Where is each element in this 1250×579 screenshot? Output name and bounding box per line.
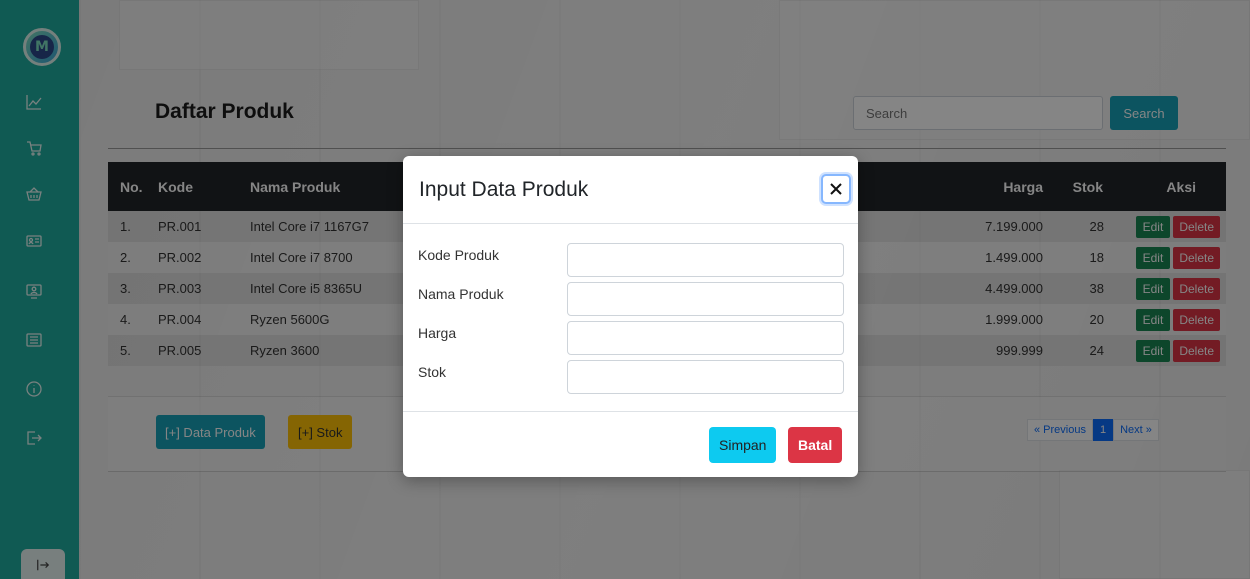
modal-title: Input Data Produk (419, 178, 589, 201)
nama-produk-label: Nama Produk (418, 286, 504, 302)
modal-body: Kode Produk Nama Produk Harga Stok (403, 224, 858, 412)
modal-header: Input Data Produk (403, 156, 858, 224)
modal-close-button[interactable] (821, 174, 851, 204)
input-product-modal: Input Data Produk Kode Produk Nama Produ… (403, 156, 858, 477)
close-icon (830, 183, 842, 195)
stok-input[interactable] (567, 360, 844, 394)
stok-label: Stok (418, 364, 447, 380)
harga-label: Harga (418, 325, 457, 341)
harga-input[interactable] (567, 321, 844, 355)
kode-produk-input[interactable] (567, 243, 844, 277)
save-button[interactable]: Simpan (709, 427, 777, 463)
kode-produk-label: Kode Produk (418, 247, 499, 263)
cancel-button[interactable]: Batal (788, 427, 843, 463)
nama-produk-input[interactable] (567, 282, 844, 316)
